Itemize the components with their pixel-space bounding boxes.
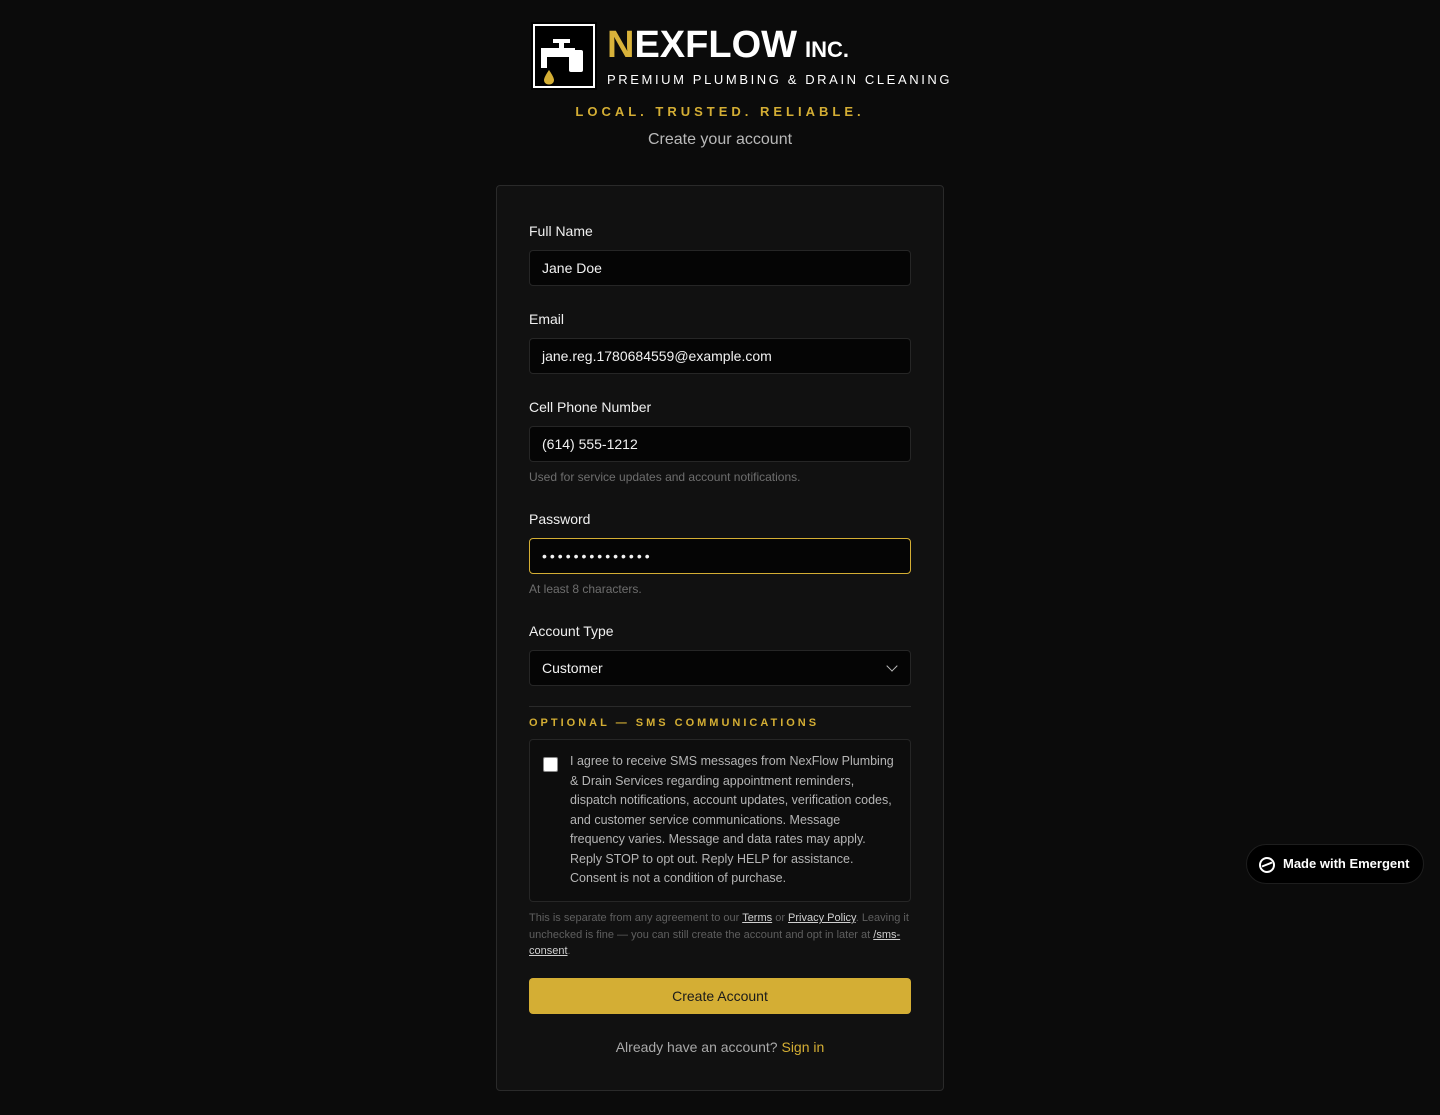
badge-label: Made with Emergent bbox=[1283, 856, 1410, 871]
account-type-label: Account Type bbox=[529, 623, 614, 639]
privacy-policy-link[interactable]: Privacy Policy bbox=[788, 912, 856, 924]
sms-legal-note: This is separate from any agreement to o… bbox=[529, 910, 913, 960]
password-input[interactable]: •••••••••••••• bbox=[529, 538, 911, 574]
password-label: Password bbox=[529, 511, 591, 527]
emergent-logo-icon bbox=[1259, 857, 1275, 873]
legal-or: or bbox=[772, 912, 789, 924]
made-with-emergent-badge[interactable]: Made with Emergent bbox=[1246, 844, 1424, 884]
account-type-select[interactable]: Customer bbox=[529, 650, 911, 686]
terms-link[interactable]: Terms bbox=[742, 912, 772, 924]
brand-name-suffix: INC. bbox=[805, 37, 849, 62]
phone-label: Cell Phone Number bbox=[529, 399, 652, 415]
full-name-input[interactable]: Jane Doe bbox=[529, 250, 911, 286]
sms-consent-checkbox[interactable] bbox=[543, 757, 558, 772]
brand-name: NEXFLOW INC. bbox=[607, 22, 849, 68]
page-header: NEXFLOW INC. PREMIUM PLUMBING & DRAIN CLE… bbox=[0, 0, 1440, 185]
sms-consent-text: I agree to receive SMS messages from Nex… bbox=[570, 754, 894, 885]
signin-prompt: Already have an account? bbox=[615, 1039, 782, 1055]
legal-prefix: This is separate from any agreement to o… bbox=[529, 912, 743, 924]
section-divider bbox=[529, 706, 911, 707]
phone-input[interactable]: (614) 555-1212 bbox=[529, 426, 911, 462]
create-account-button[interactable]: Create Account bbox=[529, 978, 911, 1014]
password-hint: At least 8 characters. bbox=[529, 582, 642, 596]
chevron-down-icon bbox=[886, 660, 898, 672]
page-subtitle: Create your account bbox=[647, 131, 793, 148]
full-name-label: Full Name bbox=[529, 223, 593, 239]
brand-slogan: LOCAL. TRUSTED. RELIABLE. bbox=[575, 104, 865, 119]
brand-name-rest: EXFLOW bbox=[634, 24, 797, 66]
legal-suffix: . bbox=[567, 945, 571, 957]
brand-name-first: N bbox=[607, 24, 635, 66]
faucet-drop-icon bbox=[531, 22, 597, 90]
brand-tagline: PREMIUM PLUMBING & DRAIN CLEANING bbox=[607, 72, 953, 87]
signup-form: Full Name Jane Doe Email jane.reg.178068… bbox=[496, 185, 944, 1091]
email-label: Email bbox=[529, 311, 565, 327]
sms-consent-box: I agree to receive SMS messages from Nex… bbox=[529, 739, 911, 902]
email-input[interactable]: jane.reg.1780684559@example.com bbox=[529, 338, 911, 374]
sign-in-link[interactable]: Sign in bbox=[781, 1039, 824, 1055]
account-type-value: Customer bbox=[542, 660, 603, 676]
phone-hint: Used for service updates and account not… bbox=[529, 470, 801, 484]
sms-section-title: OPTIONAL — SMS COMMUNICATIONS bbox=[529, 717, 820, 729]
signin-row: Already have an account? Sign in bbox=[497, 1039, 943, 1055]
